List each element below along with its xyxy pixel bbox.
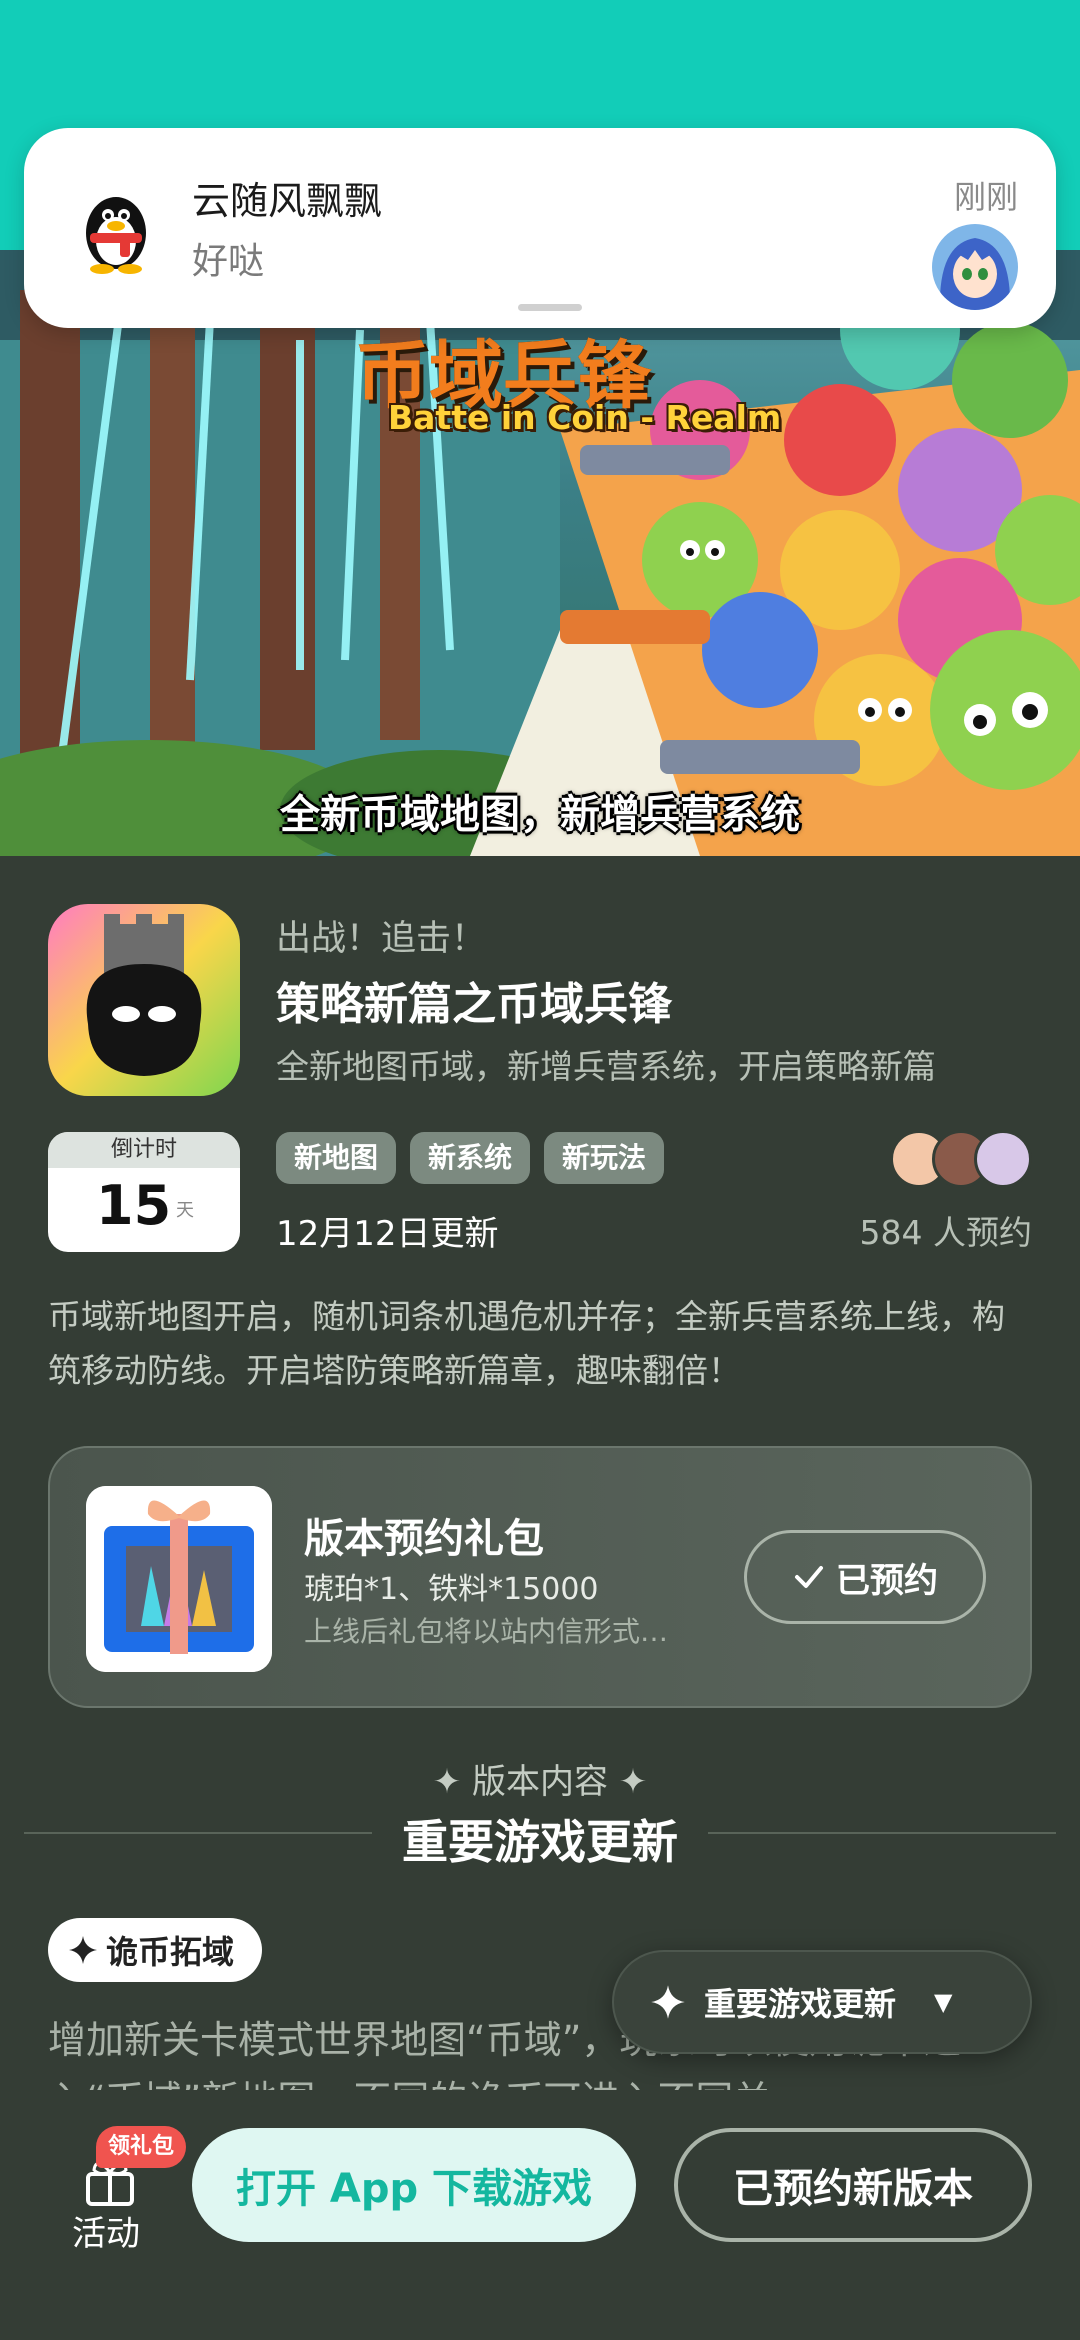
- gift-badge: 领礼包: [96, 2126, 187, 2168]
- countdown-label: 倒计时: [48, 1132, 240, 1168]
- countdown-days: 15: [96, 1174, 172, 1237]
- countdown-unit: 天: [176, 1200, 194, 1221]
- activity-button[interactable]: 领礼包 活动: [60, 2126, 187, 2260]
- feature-tags: 新地图 新系统 新玩法: [276, 1132, 665, 1184]
- sparkle-icon: [651, 1985, 685, 2019]
- notification-time: 刚刚: [953, 178, 1018, 216]
- tag-new-gameplay: 新玩法: [544, 1132, 665, 1184]
- section-jump-label: 重要游戏更新: [704, 1985, 897, 2023]
- gift-note: 上线后礼包将以站内信形式…: [304, 1615, 669, 1648]
- gift-items: 琥珀*1、铁料*15000: [304, 1572, 599, 1607]
- reserver-avatars: [890, 1130, 1032, 1188]
- game-app-icon[interactable]: [48, 904, 240, 1096]
- section-divider-right: [708, 1832, 1056, 1834]
- section-title: 重要游戏更新: [402, 1815, 678, 1869]
- section-subtitle: ✦ 版本内容 ✦: [432, 1762, 648, 1802]
- avatar: [974, 1130, 1032, 1188]
- notification-message: 好哒: [192, 241, 265, 282]
- qq-penguin-icon: [70, 183, 162, 275]
- activity-label: 活动: [72, 2214, 140, 2254]
- notification-sender: 云随风飘飘: [192, 179, 383, 223]
- message-notification[interactable]: 云随风飘飘 好哒 刚刚: [24, 128, 1056, 328]
- gift-box-image: [86, 1486, 272, 1672]
- game-tagline: 出战！追击！: [276, 919, 487, 959]
- sparkle-icon: [69, 1936, 97, 1964]
- game-banner[interactable]: 币域兵锋 Batte in Coin - Realm 全新币域地图，新增兵营系统: [0, 250, 1080, 856]
- gift-title: 版本预约礼包: [304, 1516, 544, 1562]
- countdown-card: 倒计时 15 天: [48, 1132, 240, 1252]
- section-jump-button[interactable]: 重要游戏更新 ▼: [612, 1950, 1032, 2054]
- chevron-down-icon: ▼: [934, 1988, 953, 2016]
- update-intro: 币域新地图开启，随机词条机遇危机并存；全新兵营系统上线，构筑移动防线。开启塔防策…: [48, 1297, 1005, 1390]
- check-icon: [795, 1566, 823, 1588]
- open-app-download-button[interactable]: 打开 App 下载游戏: [192, 2128, 636, 2242]
- banner-caption: 全新币域地图，新增兵营系统: [280, 792, 800, 838]
- banner-subtitle: Batte in Coin - Realm: [388, 398, 782, 437]
- game-description: 全新地图币域，新增兵营系统，开启策略新篇: [276, 1047, 936, 1086]
- reserved-gift-button[interactable]: 已预约: [744, 1530, 986, 1624]
- notification-drag-handle[interactable]: [518, 304, 582, 311]
- reservation-gift-card[interactable]: 版本预约礼包 琥珀*1、铁料*15000 上线后礼包将以站内信形式… 已预约: [48, 1446, 1032, 1708]
- reserve-count: 584 人预约: [859, 1213, 1032, 1252]
- reserved-new-version-button[interactable]: 已预约新版本: [674, 2128, 1032, 2242]
- game-title: 策略新篇之币域兵锋: [276, 979, 672, 1030]
- content-chip-label: 诡币拓域: [106, 1933, 235, 1971]
- content-chip: 诡币拓域: [48, 1918, 263, 1982]
- sender-avatar: [932, 224, 1018, 310]
- reserved-gift-button-label: 已预约: [836, 1560, 938, 1601]
- update-date: 12月12日更新: [276, 1214, 499, 1254]
- tag-new-system: 新系统: [410, 1132, 531, 1184]
- tag-new-map: 新地图: [276, 1132, 397, 1184]
